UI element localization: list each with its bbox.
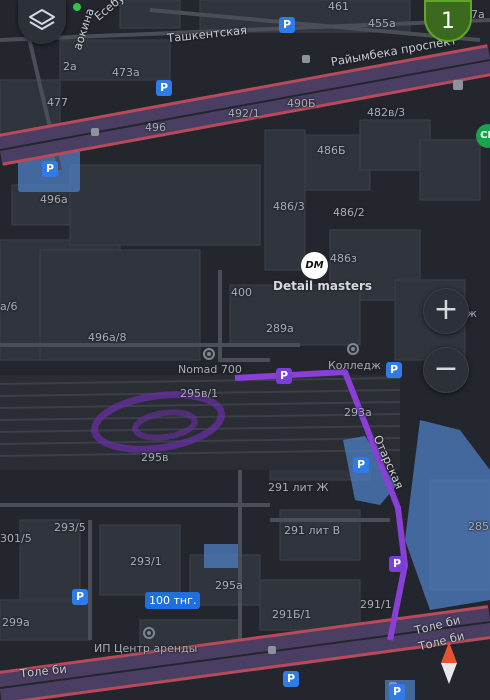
building-number: 299а	[2, 616, 30, 629]
college-pin-icon[interactable]	[347, 343, 359, 355]
parking-icon[interactable]: P	[389, 556, 405, 572]
parking-icon[interactable]: P	[276, 368, 292, 384]
poi-label-college[interactable]: Колледж	[328, 359, 381, 372]
poi-label-nomad[interactable]: Nomad 700	[178, 363, 242, 376]
building-number: 482в/3	[367, 106, 406, 119]
building-number: 2а	[63, 60, 77, 73]
building-number: 295в/1	[180, 387, 219, 400]
layers-button[interactable]	[18, 0, 81, 44]
building-number: 486/2	[333, 206, 365, 219]
building-number: 486/3	[273, 200, 305, 213]
building-number: 496а/8	[88, 331, 127, 344]
building-number: 293/5	[54, 521, 86, 534]
parking-icon[interactable]: P	[353, 457, 369, 473]
building-number: 295а	[215, 579, 243, 592]
parking-icon[interactable]: P	[386, 362, 402, 378]
parking-icon[interactable]: P	[72, 589, 88, 605]
compass-icon[interactable]	[436, 640, 462, 686]
building-number: 473а	[112, 66, 140, 79]
building-number: 291 лит В	[284, 524, 341, 537]
building-number: 293а	[344, 406, 372, 419]
poi-label-detail-masters[interactable]: Detail masters	[273, 279, 372, 293]
building-number: 496а	[40, 193, 68, 206]
parking-icon[interactable]: P	[156, 80, 172, 96]
building-number: 295в	[141, 451, 169, 464]
building-number: 289а	[266, 322, 294, 335]
parking-icon[interactable]: P	[42, 161, 58, 177]
layers-status-dot	[73, 3, 81, 11]
building-number: 285	[468, 520, 489, 533]
parking-icon[interactable]: P	[389, 684, 405, 700]
price-tag[interactable]: 100 тнг.	[145, 592, 201, 609]
parking-icon[interactable]: P	[283, 671, 299, 687]
building-number: 496	[145, 121, 166, 134]
building-number: 400	[231, 286, 252, 299]
building-number: 486з	[330, 252, 357, 265]
building-number: а/6	[0, 300, 18, 313]
building-number: 492/1	[228, 107, 260, 120]
building-number: 301/5	[0, 532, 32, 545]
building-number: 477	[47, 96, 68, 109]
building-number: 291 лит Ж	[268, 481, 329, 494]
detail-masters-logo-icon[interactable]: DM	[301, 252, 328, 279]
layers-icon	[29, 9, 55, 30]
poi-label-ip-center[interactable]: ИП Центр аренды	[94, 642, 197, 655]
building-number: 291Б/1	[272, 608, 312, 621]
zoom-out-button[interactable]: −	[423, 347, 469, 393]
nomad-pin-icon[interactable]	[203, 348, 215, 360]
building-number: 293/1	[130, 555, 162, 568]
building-number: 291/1	[360, 598, 392, 611]
zoom-in-button[interactable]: +	[423, 288, 469, 334]
parking-icon[interactable]: P	[279, 17, 295, 33]
ip-center-pin-icon[interactable]	[143, 627, 155, 639]
building-number: 486Б	[317, 144, 346, 157]
building-number: 455а	[368, 17, 396, 30]
building-number: 461	[328, 0, 349, 13]
building-number: 490Б	[287, 97, 316, 110]
